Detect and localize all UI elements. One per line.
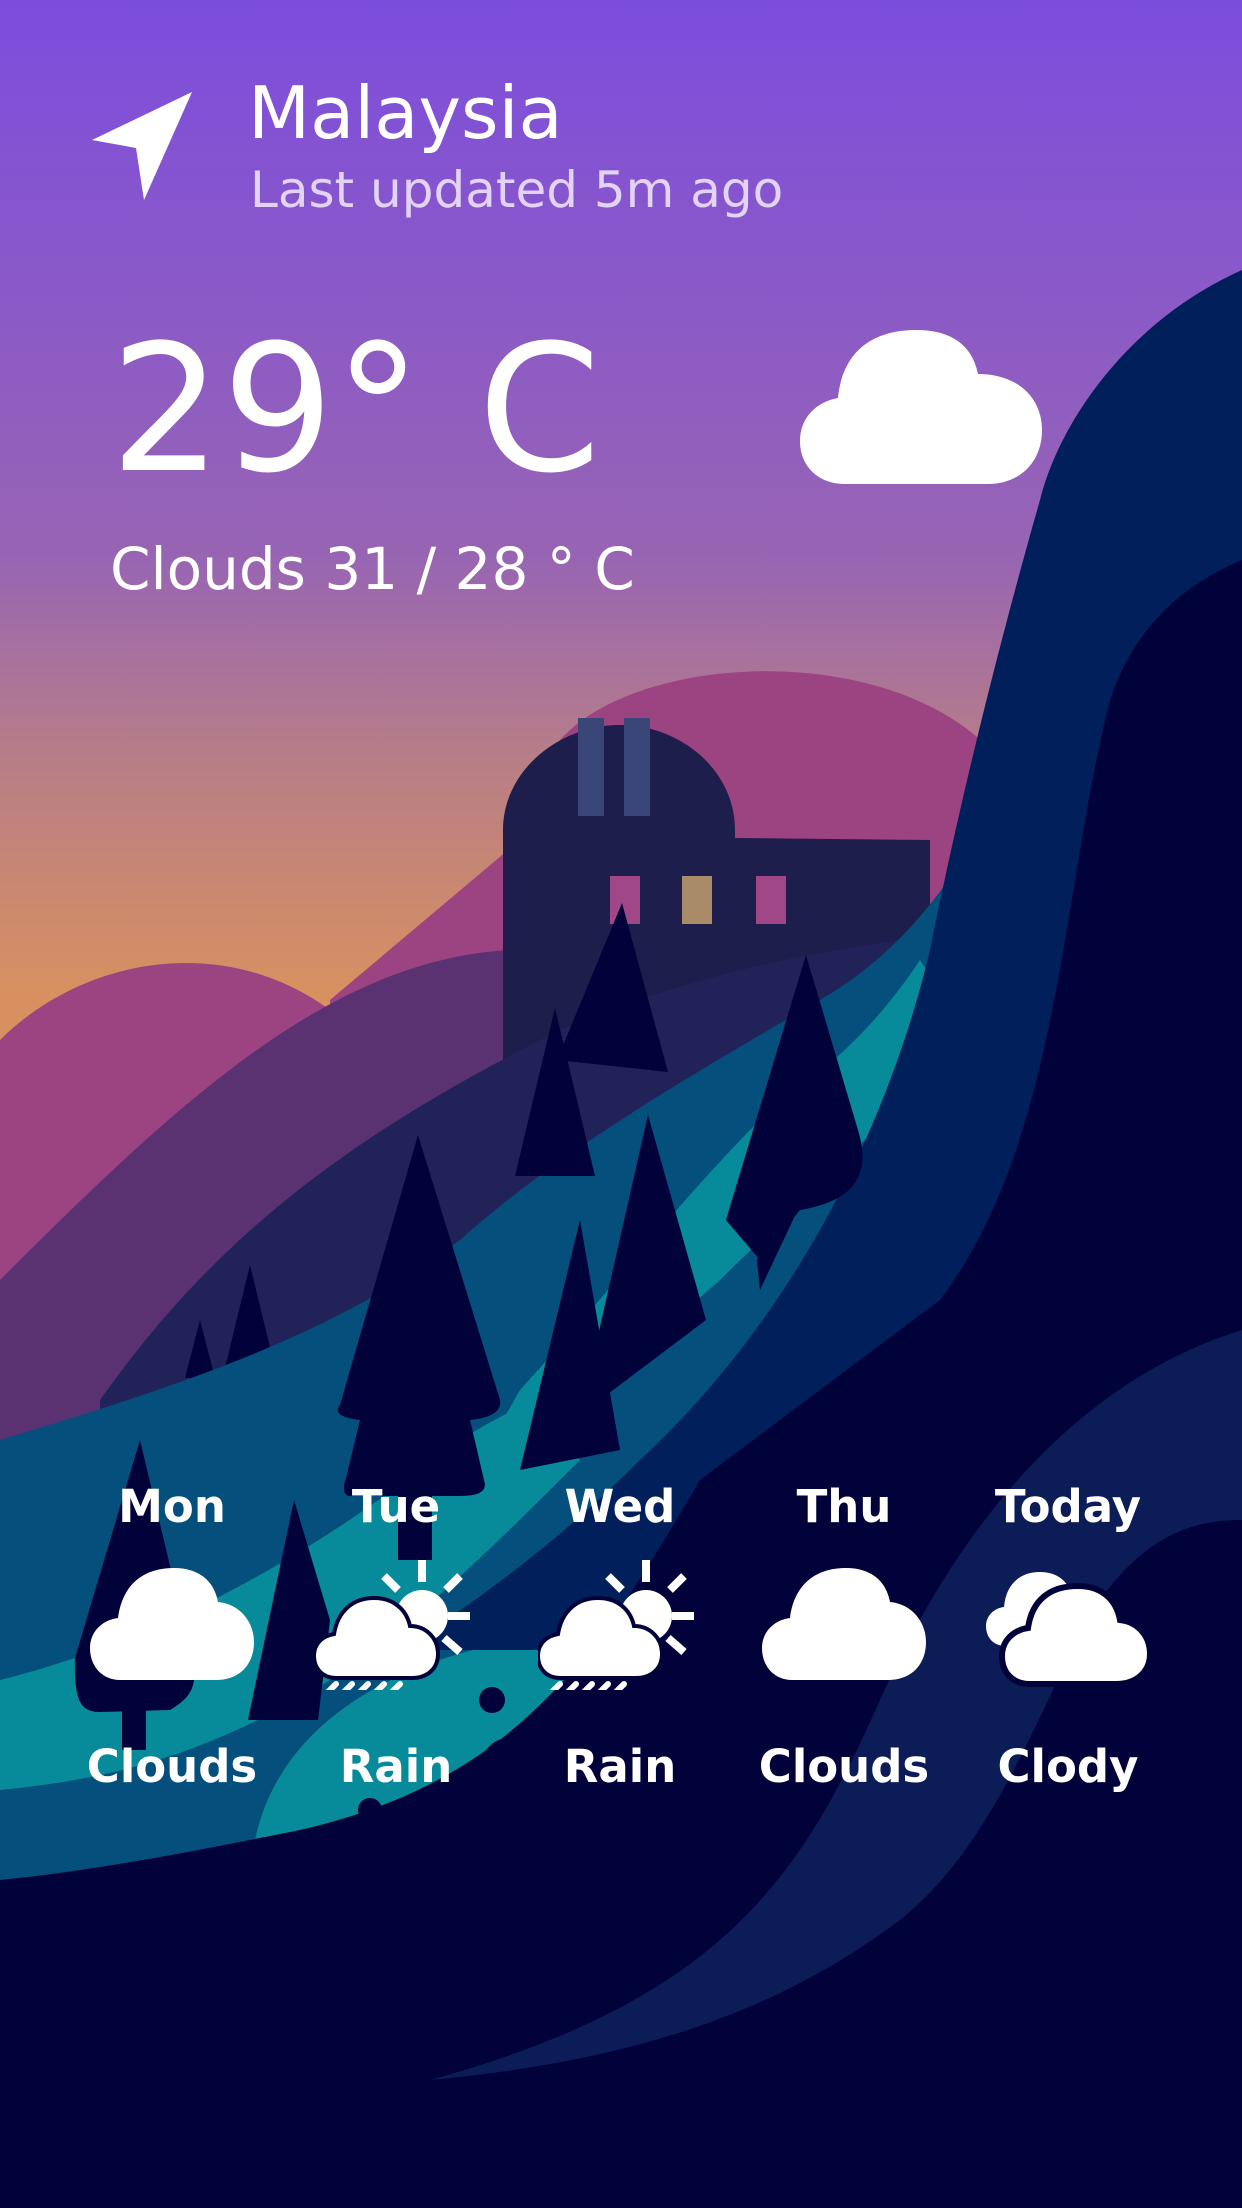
forecast-condition-label: Clouds [758,1740,930,1793]
rain-sun-icon [314,1560,470,1690]
forecast-day-wed[interactable]: Wed Rain [508,1460,732,1793]
forecast-day-thu[interactable]: Thu Clouds [732,1460,956,1793]
forecast-condition-label: Rain [563,1740,677,1793]
cloudy-icon [986,1572,1150,1687]
forecast-condition-label: Rain [339,1740,453,1793]
current-temperature: 29° C [110,307,601,512]
forecast-day-label: Today [994,1480,1142,1533]
forecast-condition-label: Clouds [86,1740,258,1793]
current-condition-summary: Clouds 31 / 28 ° C [110,535,635,603]
forecast-day-tue[interactable]: Tue Rain [284,1460,508,1793]
navigation-arrow-icon[interactable] [92,88,196,204]
forecast-day-mon[interactable]: Mon Clouds [60,1460,284,1793]
rain-sun-icon [538,1560,694,1690]
forecast-day-label: Tue [351,1480,441,1533]
cloud-icon [762,1568,926,1680]
forecast-day-label: Mon [118,1480,226,1533]
weather-screen: Malaysia Last updated 5m ago 29° C Cloud… [0,0,1242,2208]
forecast-day-today[interactable]: Today Clody [956,1460,1180,1793]
cloud-icon [90,1568,254,1680]
forecast-row: Mon Clouds Tue Rain Wed Rain Thu Clouds … [60,1460,1180,1793]
forecast-day-label: Thu [796,1480,892,1533]
cloud-icon [800,330,1042,484]
last-updated-text: Last updated 5m ago [250,161,784,219]
location-name[interactable]: Malaysia [248,68,563,158]
forecast-condition-label: Clody [997,1740,1139,1793]
forecast-day-label: Wed [564,1480,676,1533]
